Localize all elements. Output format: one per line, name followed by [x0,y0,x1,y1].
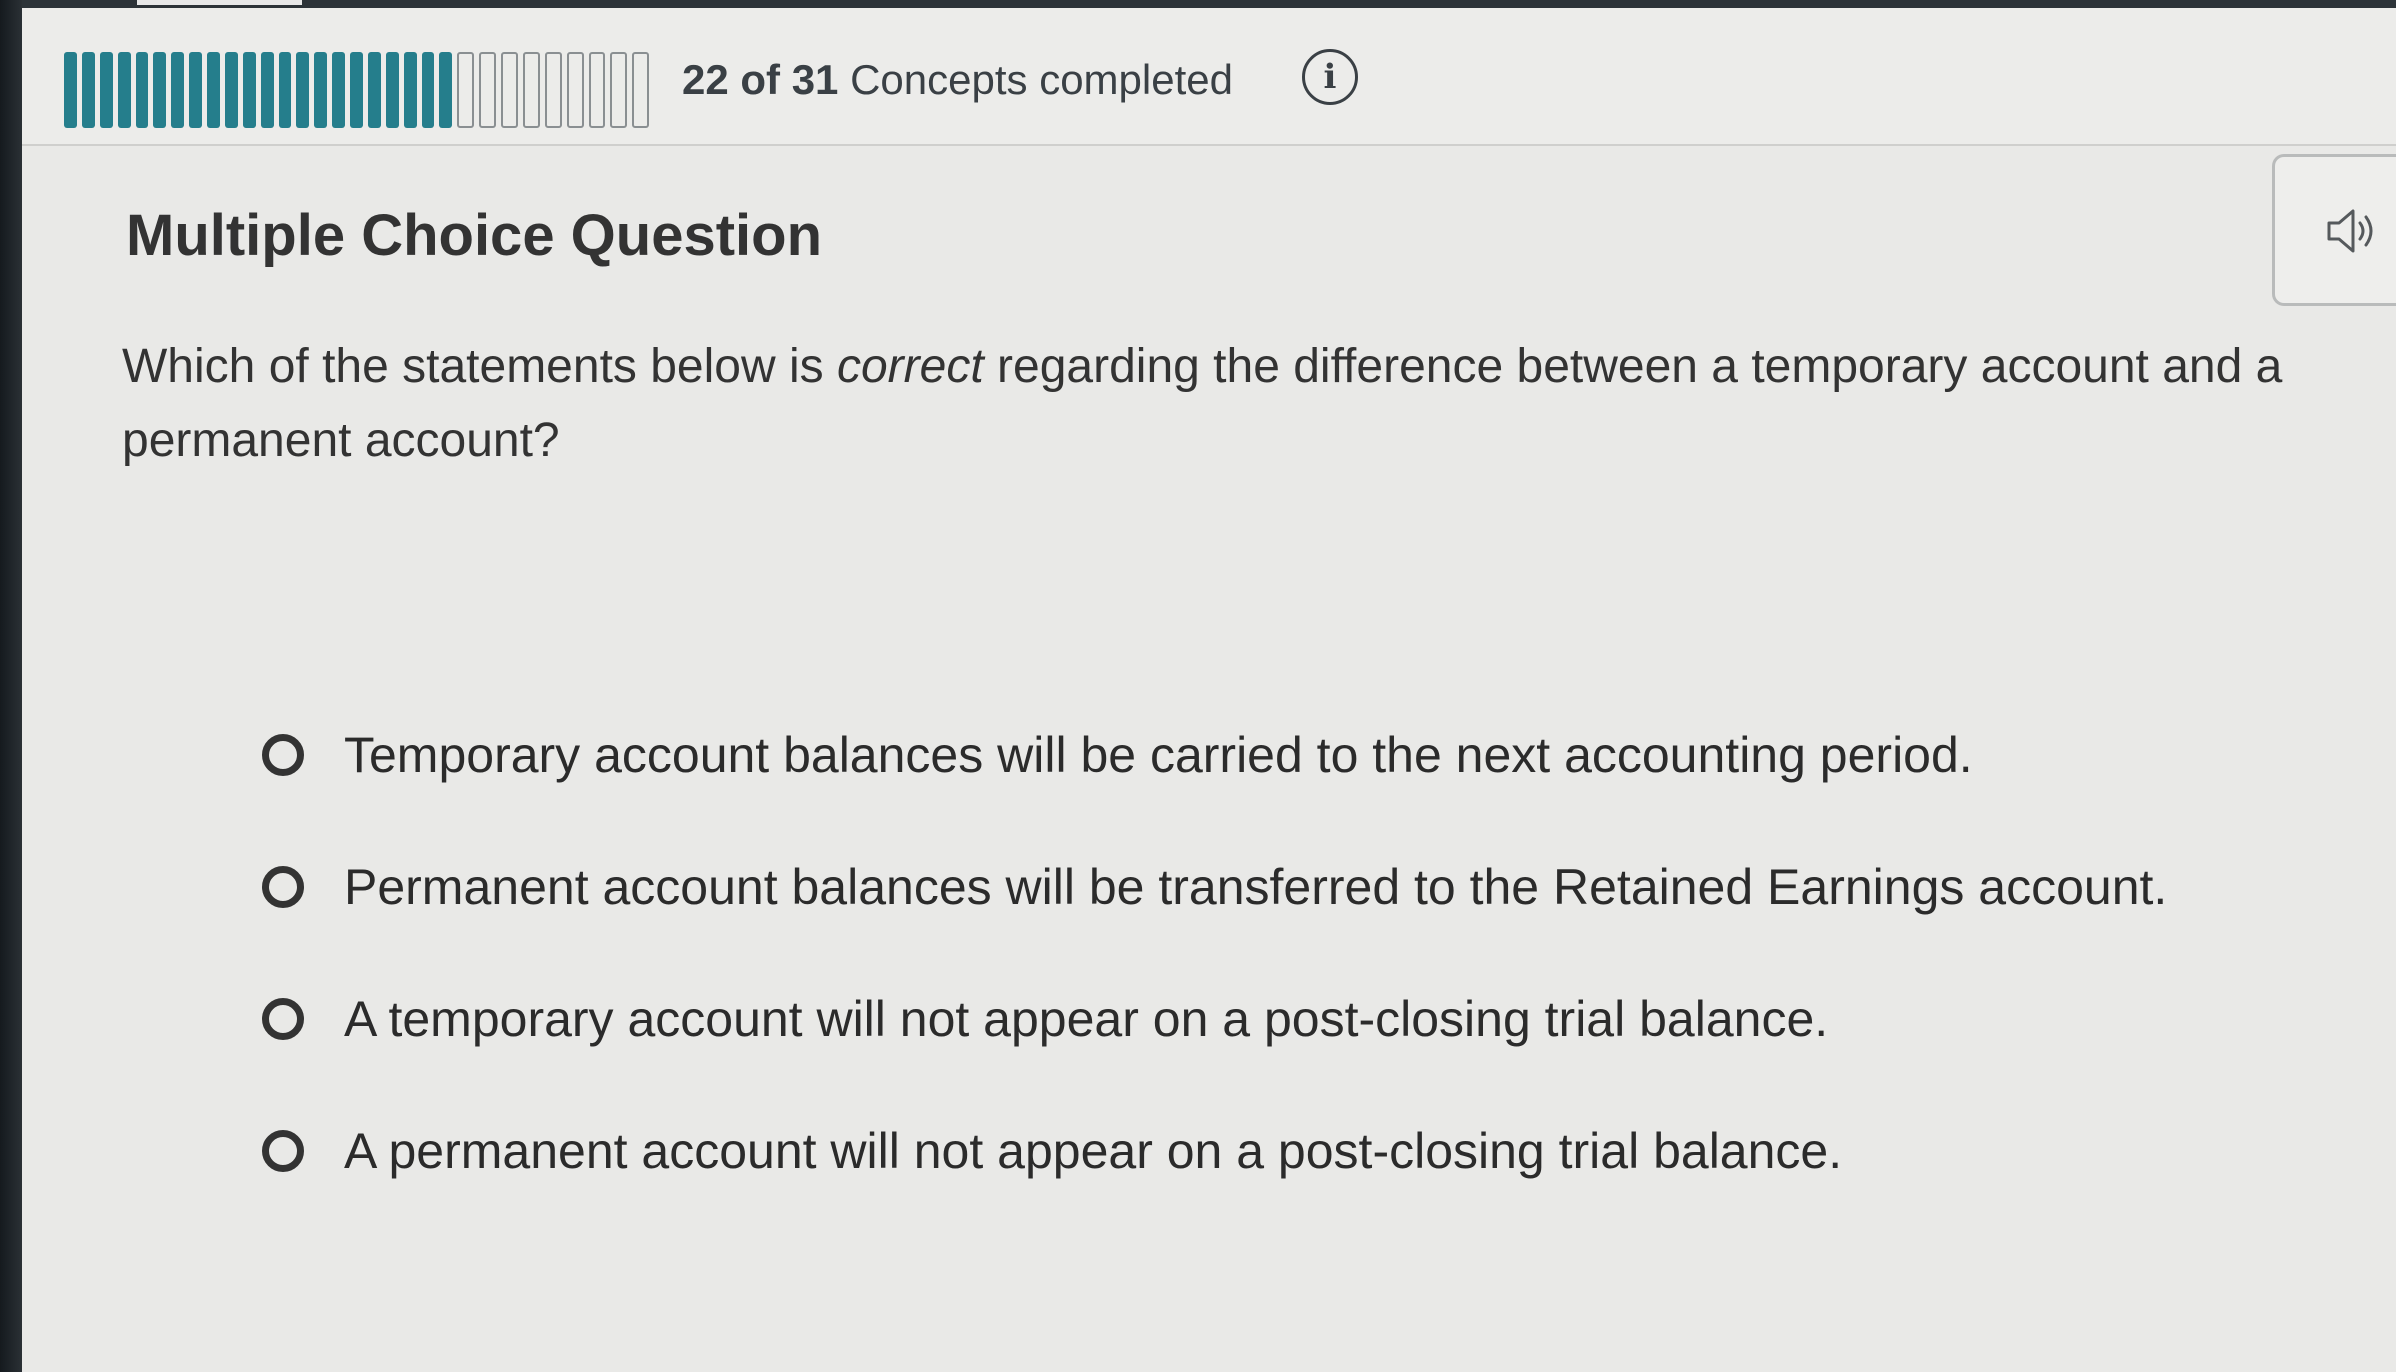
progress-segment-complete [385,52,399,128]
radio-button[interactable] [262,1130,304,1172]
glare [137,0,302,5]
info-icon[interactable]: i [1302,49,1358,105]
progress-text: 22 of 31 Concepts completed [682,52,1233,108]
progress-segment-complete [135,52,149,128]
answer-options: Temporary account balances will be carri… [262,720,2262,1248]
read-aloud-button[interactable] [2272,154,2396,306]
answer-label[interactable]: Temporary account balances will be carri… [344,720,1973,790]
progress-segment-incomplete [610,52,628,128]
concept-progress-bar [64,52,650,128]
progress-segment-complete [260,52,274,128]
progress-segment-incomplete [501,52,518,128]
progress-segment-complete [367,52,381,128]
progress-header: 22 of 31 Concepts completed i [22,8,2396,146]
progress-segment-complete [332,52,345,128]
progress-segment-incomplete [522,52,540,128]
progress-segment-incomplete [457,52,475,128]
radio-button[interactable] [262,998,304,1040]
answer-option-1[interactable]: Temporary account balances will be carri… [262,720,2262,852]
progress-segment-complete [153,52,167,128]
answer-label[interactable]: A temporary account will not appear on a… [344,984,1828,1054]
progress-segment-complete [81,52,95,128]
prompt-text-start: Which of the statements below is [122,340,837,393]
progress-segment-complete [403,52,417,128]
progress-segment-complete [99,52,113,128]
answer-option-4[interactable]: A permanent account will not appear on a… [262,1116,2262,1248]
progress-segment-complete [296,52,310,128]
progress-segment-incomplete [588,52,606,128]
prompt-emphasis: correct [836,340,984,393]
answer-option-2[interactable]: Permanent account balances will be trans… [262,852,2262,984]
progress-segment-complete [439,52,453,128]
progress-segment-incomplete [544,52,562,128]
progress-suffix: Concepts completed [838,56,1233,103]
progress-count: 22 of 31 [682,56,839,103]
radio-button[interactable] [262,866,304,908]
answer-label[interactable]: Permanent account balances will be trans… [344,852,2167,922]
progress-segment-complete [224,52,238,128]
screen-bezel [0,0,22,1372]
progress-segment-complete [117,52,131,128]
progress-segment-complete [207,52,220,128]
progress-segment-complete [189,52,202,128]
answer-label[interactable]: A permanent account will not appear on a… [344,1116,1842,1186]
progress-segment-complete [64,52,77,128]
progress-segment-complete [314,52,328,128]
progress-segment-complete [242,52,256,128]
progress-segment-incomplete [566,52,584,128]
progress-segment-complete [421,52,435,128]
speaker-icon [2327,209,2373,253]
top-edge [22,0,2396,8]
progress-segment-incomplete [632,52,650,128]
progress-segment-incomplete [479,52,496,128]
answer-option-3[interactable]: A temporary account will not appear on a… [262,984,2262,1116]
question-type-title: Multiple Choice Question [126,203,823,268]
radio-button[interactable] [262,734,304,776]
progress-segment-complete [350,52,363,128]
progress-segment-complete [171,52,185,128]
progress-segment-complete [278,52,292,128]
question-prompt: Which of the statements below is correct… [122,330,2382,478]
